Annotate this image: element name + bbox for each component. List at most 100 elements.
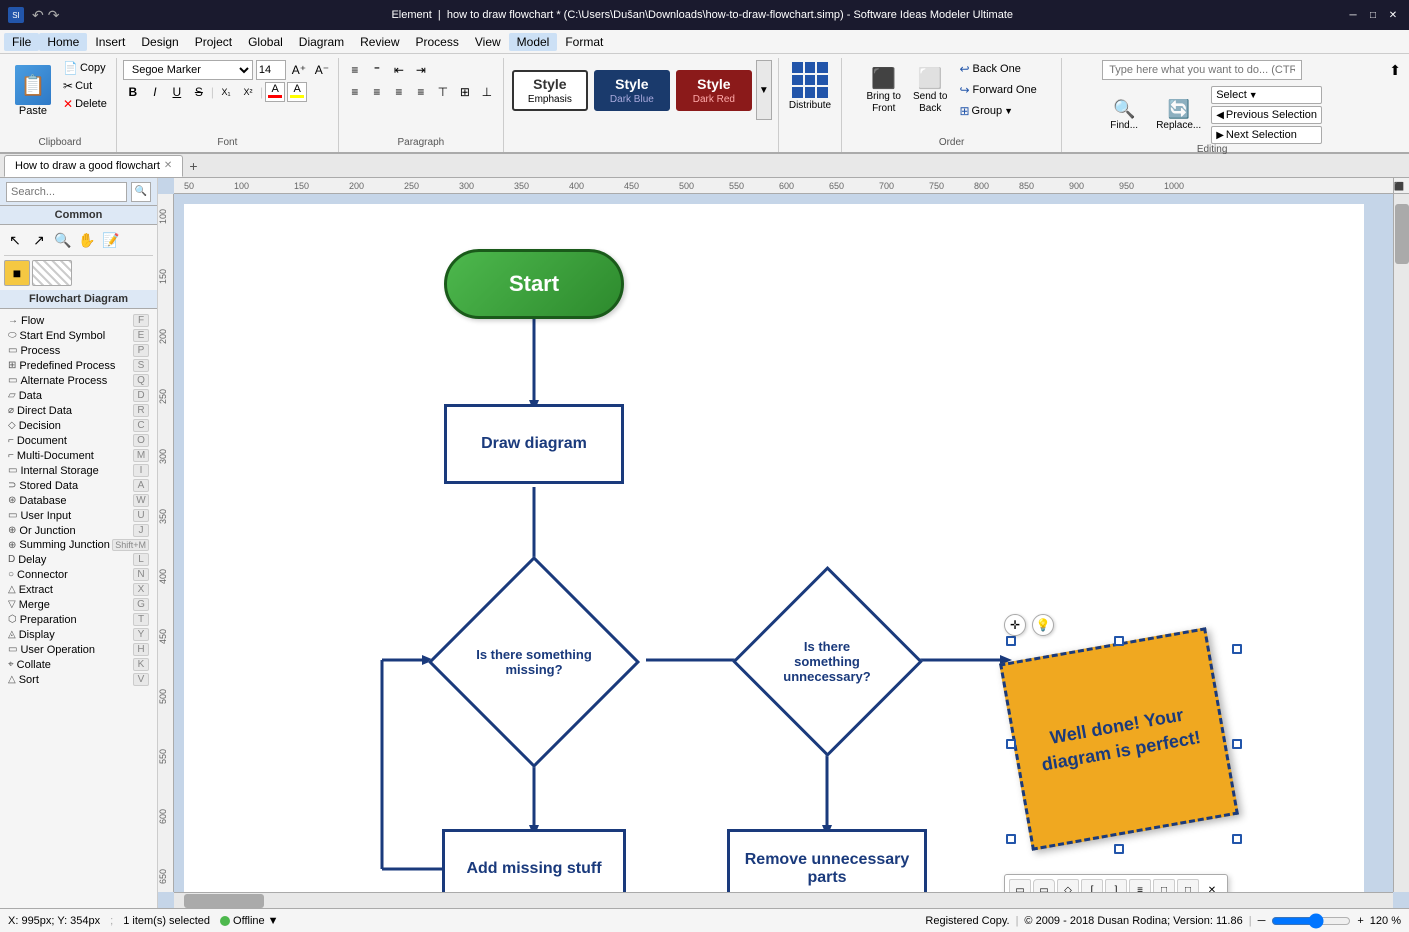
shape-multi-document[interactable]: ⌐ Multi-Document M <box>4 448 153 463</box>
shape-data[interactable]: ▱ Data D <box>4 388 153 403</box>
sel-handle-br[interactable] <box>1232 834 1242 844</box>
drawing-canvas[interactable]: Start Draw diagram Is there something mi… <box>184 204 1364 892</box>
canvas-area[interactable]: 50 100 150 200 250 300 350 400 450 500 5… <box>158 178 1409 908</box>
font-size-decrease-btn[interactable]: A⁻ <box>312 60 332 80</box>
zoom-tool-btn[interactable]: 🔍 <box>52 229 74 251</box>
select-btn[interactable]: Select ▼ <box>1211 86 1322 104</box>
zoom-out-icon[interactable]: ─ <box>1258 915 1266 927</box>
font-family-select[interactable]: Segoe Marker <box>123 60 253 80</box>
replace-btn[interactable]: 🔄 Replace... <box>1150 96 1207 134</box>
tab-flowchart[interactable]: How to draw a good flowchart ✕ <box>4 155 183 177</box>
shape-preparation[interactable]: ⬡ Preparation T <box>4 612 153 627</box>
bulb-context-icon[interactable]: 💡 <box>1032 614 1054 636</box>
shape-direct-data[interactable]: ⌀ Direct Data R <box>4 403 153 418</box>
sidebar-search-input[interactable] <box>6 182 127 202</box>
superscript-btn[interactable]: X² <box>238 82 258 102</box>
sel-handle-tm[interactable] <box>1114 636 1124 646</box>
shape-start-end[interactable]: ⬭ Start End Symbol E <box>4 328 153 343</box>
align-top-btn[interactable]: ⊤ <box>433 82 453 102</box>
mini-square-btn[interactable]: □ <box>1153 879 1175 892</box>
color-tool-btn[interactable]: ■ <box>4 260 30 286</box>
sel-handle-tr[interactable] <box>1232 644 1242 654</box>
font-size-input[interactable] <box>256 60 286 80</box>
maximize-btn[interactable]: □ <box>1365 7 1381 23</box>
decision2-node[interactable]: Is there something unnecessary? <box>742 579 912 744</box>
shape-collate[interactable]: ⌖ Collate K <box>4 657 153 672</box>
direct-select-tool-btn[interactable]: ↗ <box>28 229 50 251</box>
mini-rounded-rect-btn[interactable]: ▭ <box>1033 879 1055 892</box>
shape-database[interactable]: ⊛ Database W <box>4 493 153 508</box>
shape-or-junction[interactable]: ⊕ Or Junction J <box>4 523 153 538</box>
send-to-back-btn[interactable]: ⬜ Send toBack <box>909 64 951 117</box>
mini-lines-btn[interactable]: ≡ <box>1129 879 1151 892</box>
undo-btn[interactable]: ↶ <box>32 7 44 24</box>
note-tool-btn[interactable]: 📝 <box>100 229 122 251</box>
italic-btn[interactable]: I <box>145 82 165 102</box>
menu-design[interactable]: Design <box>133 33 186 51</box>
well-done-note[interactable]: Well done! Your diagram is perfect! <box>999 627 1239 851</box>
sel-handle-bm[interactable] <box>1114 844 1124 854</box>
pattern-tool-btn[interactable] <box>32 260 72 286</box>
sel-handle-mr[interactable] <box>1232 739 1242 749</box>
start-node[interactable]: Start <box>444 249 624 319</box>
distribute-button[interactable]: Distribute <box>785 60 835 113</box>
shape-decision[interactable]: ◇ Decision C <box>4 418 153 433</box>
font-size-increase-btn[interactable]: A⁺ <box>289 60 309 80</box>
sel-handle-bl[interactable] <box>1006 834 1016 844</box>
shape-connector[interactable]: ○ Connector N <box>4 567 153 582</box>
menu-view[interactable]: View <box>467 33 509 51</box>
menu-file[interactable]: File <box>4 33 39 51</box>
tab-add-btn[interactable]: + <box>185 158 201 174</box>
zoom-in-icon[interactable]: + <box>1357 915 1363 927</box>
tab-close-btn[interactable]: ✕ <box>164 160 172 171</box>
close-btn[interactable]: ✕ <box>1385 7 1401 23</box>
menu-format[interactable]: Format <box>557 33 611 51</box>
find-btn[interactable]: 🔍 Find... <box>1102 96 1146 134</box>
cut-button[interactable]: ✂ Cut <box>60 78 110 94</box>
mini-close-btn[interactable]: ✕ <box>1201 879 1223 892</box>
align-justify-btn[interactable]: ≡ <box>411 82 431 102</box>
list-ordered-btn[interactable]: ⁼ <box>367 60 387 80</box>
mini-rect-btn[interactable]: ▭ <box>1009 879 1031 892</box>
menu-home[interactable]: Home <box>39 33 87 51</box>
indent-increase-btn[interactable]: ⇥ <box>411 60 431 80</box>
menu-process[interactable]: Process <box>408 33 467 51</box>
align-left-btn[interactable]: ≡ <box>345 82 365 102</box>
align-bottom-btn[interactable]: ⊥ <box>477 82 497 102</box>
sel-handle-tl[interactable] <box>1006 636 1016 646</box>
paste-button[interactable]: 📋 Paste <box>10 60 56 122</box>
back-one-btn[interactable]: ↩ Back One <box>955 60 1040 78</box>
menu-global[interactable]: Global <box>240 33 291 51</box>
shape-alternate-process[interactable]: ▭ Alternate Process Q <box>4 373 153 388</box>
scrollbar-horizontal[interactable] <box>174 892 1393 908</box>
draw-diagram-node[interactable]: Draw diagram <box>444 404 624 484</box>
mini-square2-btn[interactable]: □ <box>1177 879 1199 892</box>
shape-user-input[interactable]: ▭ User Input U <box>4 508 153 523</box>
shape-extract[interactable]: △ Extract X <box>4 582 153 597</box>
zoom-slider[interactable] <box>1271 915 1351 927</box>
align-center-btn[interactable]: ≡ <box>367 82 387 102</box>
shape-stored-data[interactable]: ⊃ Stored Data A <box>4 478 153 493</box>
menu-diagram[interactable]: Diagram <box>291 33 352 51</box>
pointer-tool-btn[interactable]: ↖ <box>4 229 26 251</box>
styles-scroll-btn[interactable]: ▼ <box>756 60 772 120</box>
forward-one-btn[interactable]: ↪ Forward One <box>955 81 1040 99</box>
shape-summing-junction[interactable]: ⊕ Summing Junction Shift+M <box>4 538 153 552</box>
add-missing-node[interactable]: Add missing stuff <box>442 829 626 892</box>
list-unordered-btn[interactable]: ≡ <box>345 60 365 80</box>
bring-to-front-btn[interactable]: ⬛ Bring toFront <box>863 64 905 117</box>
pan-tool-btn[interactable]: ✋ <box>76 229 98 251</box>
next-selection-btn[interactable]: ▶ Next Selection <box>1211 126 1322 144</box>
mini-bracket2-btn[interactable]: ] <box>1105 879 1127 892</box>
align-right-btn[interactable]: ≡ <box>389 82 409 102</box>
copy-button[interactable]: 📄 Copy <box>60 60 110 76</box>
move-context-icon[interactable]: ✛ <box>1004 614 1026 636</box>
shape-delay[interactable]: D Delay L <box>4 552 153 567</box>
sel-handle-ml[interactable] <box>1006 739 1016 749</box>
style-emphasis-btn[interactable]: Style Emphasis <box>512 70 588 111</box>
decision1-node[interactable]: Is there something missing? <box>429 579 639 744</box>
shape-process[interactable]: ▭ Process P <box>4 343 153 358</box>
indent-decrease-btn[interactable]: ⇤ <box>389 60 409 80</box>
bold-btn[interactable]: B <box>123 82 143 102</box>
ribbon-collapse-btn[interactable]: ⬆ <box>1385 58 1405 152</box>
